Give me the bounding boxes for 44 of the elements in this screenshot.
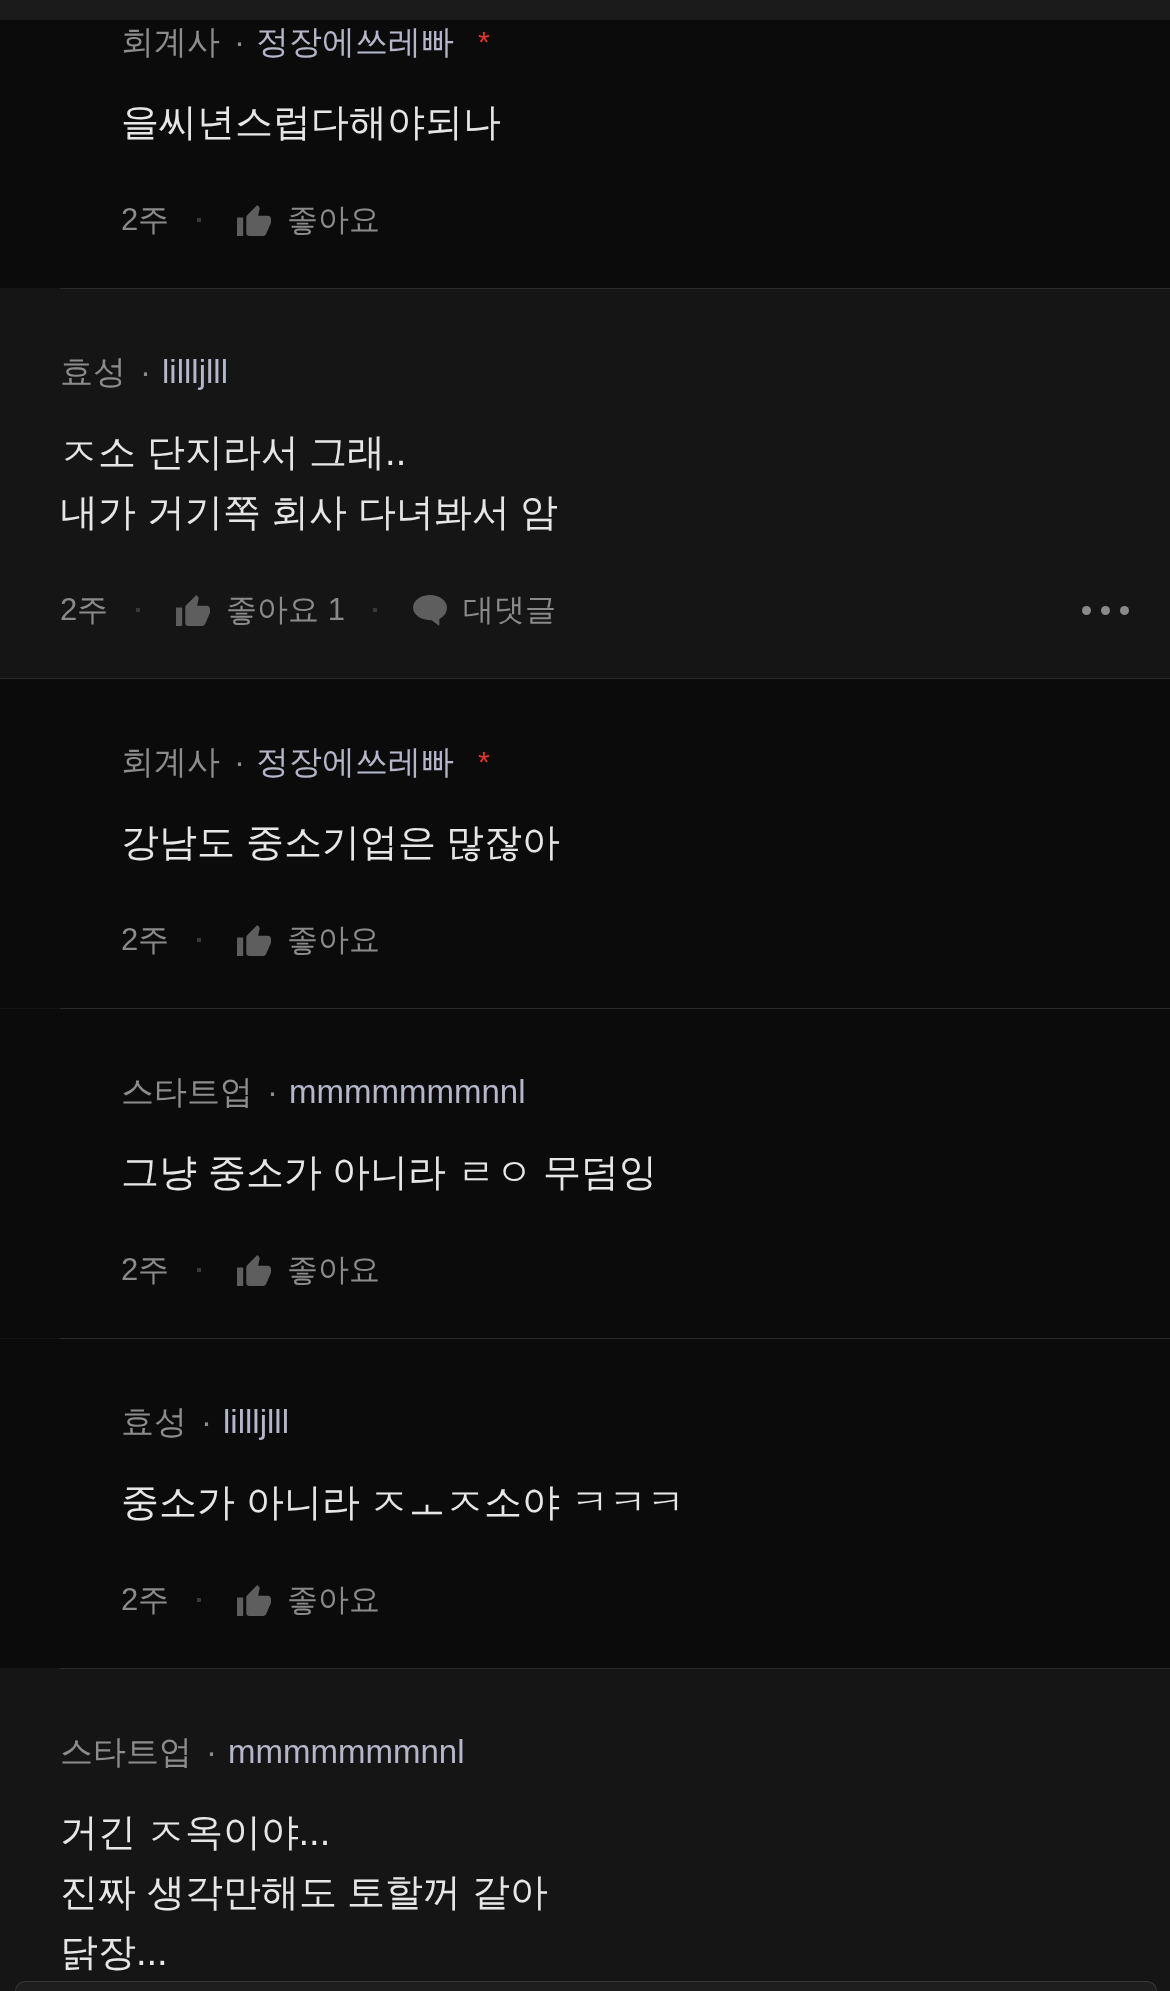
thumbs-up-icon	[237, 1584, 272, 1616]
author-tag: 효성	[60, 349, 126, 395]
author-tag: 스타트업	[121, 1069, 253, 1115]
like-button[interactable]: 좋아요	[237, 919, 381, 961]
thumbs-up-icon	[176, 594, 211, 626]
like-button[interactable]: 좋아요 1	[176, 589, 346, 631]
author-nickname[interactable]: mmmmmmmnnl	[289, 1073, 526, 1111]
author-tag: 회계사	[121, 20, 220, 65]
author-asterisk: *	[478, 745, 490, 779]
reply-button[interactable]: 대댓글	[413, 589, 557, 631]
comment-text: ㅈ소 단지라서 그래.. 내가 거기쪽 회사 다녀봐서 암	[60, 430, 560, 535]
author-nickname[interactable]: lillljlll	[162, 353, 228, 391]
thumbs-up-icon	[237, 1254, 272, 1286]
speech-bubble-icon	[413, 594, 448, 626]
comment-text: 거긴 ㅈ옥이야... 진짜 생각만해도 토할꺼 같아 닭장...	[60, 1810, 549, 1975]
more-icon[interactable]	[1082, 605, 1129, 615]
byline-separator: ·	[234, 23, 245, 61]
author-tag: 스타트업	[60, 1729, 192, 1775]
byline-separator: ·	[234, 743, 245, 781]
comment-text: 그냥 중소가 아니라 ㄹㅇ 무덤잉	[121, 1150, 659, 1195]
like-button[interactable]: 좋아요	[237, 199, 381, 241]
author-nickname[interactable]: mmmmmmmnnl	[228, 1733, 465, 1771]
author-tag: 회계사	[121, 739, 220, 785]
comment-text: 중소가 아니라 ㅈㅗㅈ소야 ㅋㅋㅋ	[121, 1480, 686, 1525]
author-nickname[interactable]: lillljlll	[223, 1403, 289, 1441]
byline-separator: ·	[267, 1073, 278, 1111]
byline-separator: ·	[201, 1403, 212, 1441]
author-asterisk: *	[478, 25, 490, 59]
author-nickname[interactable]: 정장에쓰레빠	[256, 739, 454, 785]
timestamp: 2주	[60, 591, 109, 629]
comment-text: 강남도 중소기업은 많잖아	[121, 820, 562, 865]
author-tag: 효성	[121, 1399, 187, 1445]
comment-text: 을씨년스럽다해야되나	[121, 100, 502, 145]
timestamp: 2주	[121, 1251, 170, 1289]
byline-separator: ·	[140, 353, 151, 391]
like-button[interactable]: 좋아요	[237, 1579, 381, 1621]
like-button[interactable]: 좋아요	[237, 1249, 381, 1291]
author-nickname[interactable]: 정장에쓰레빠	[256, 20, 454, 65]
thumbs-up-icon	[237, 204, 272, 236]
timestamp: 2주	[121, 921, 170, 959]
timestamp: 2주	[121, 201, 170, 239]
thumbs-up-icon	[237, 924, 272, 956]
timestamp: 2주	[121, 1581, 170, 1619]
byline-separator: ·	[206, 1733, 217, 1771]
